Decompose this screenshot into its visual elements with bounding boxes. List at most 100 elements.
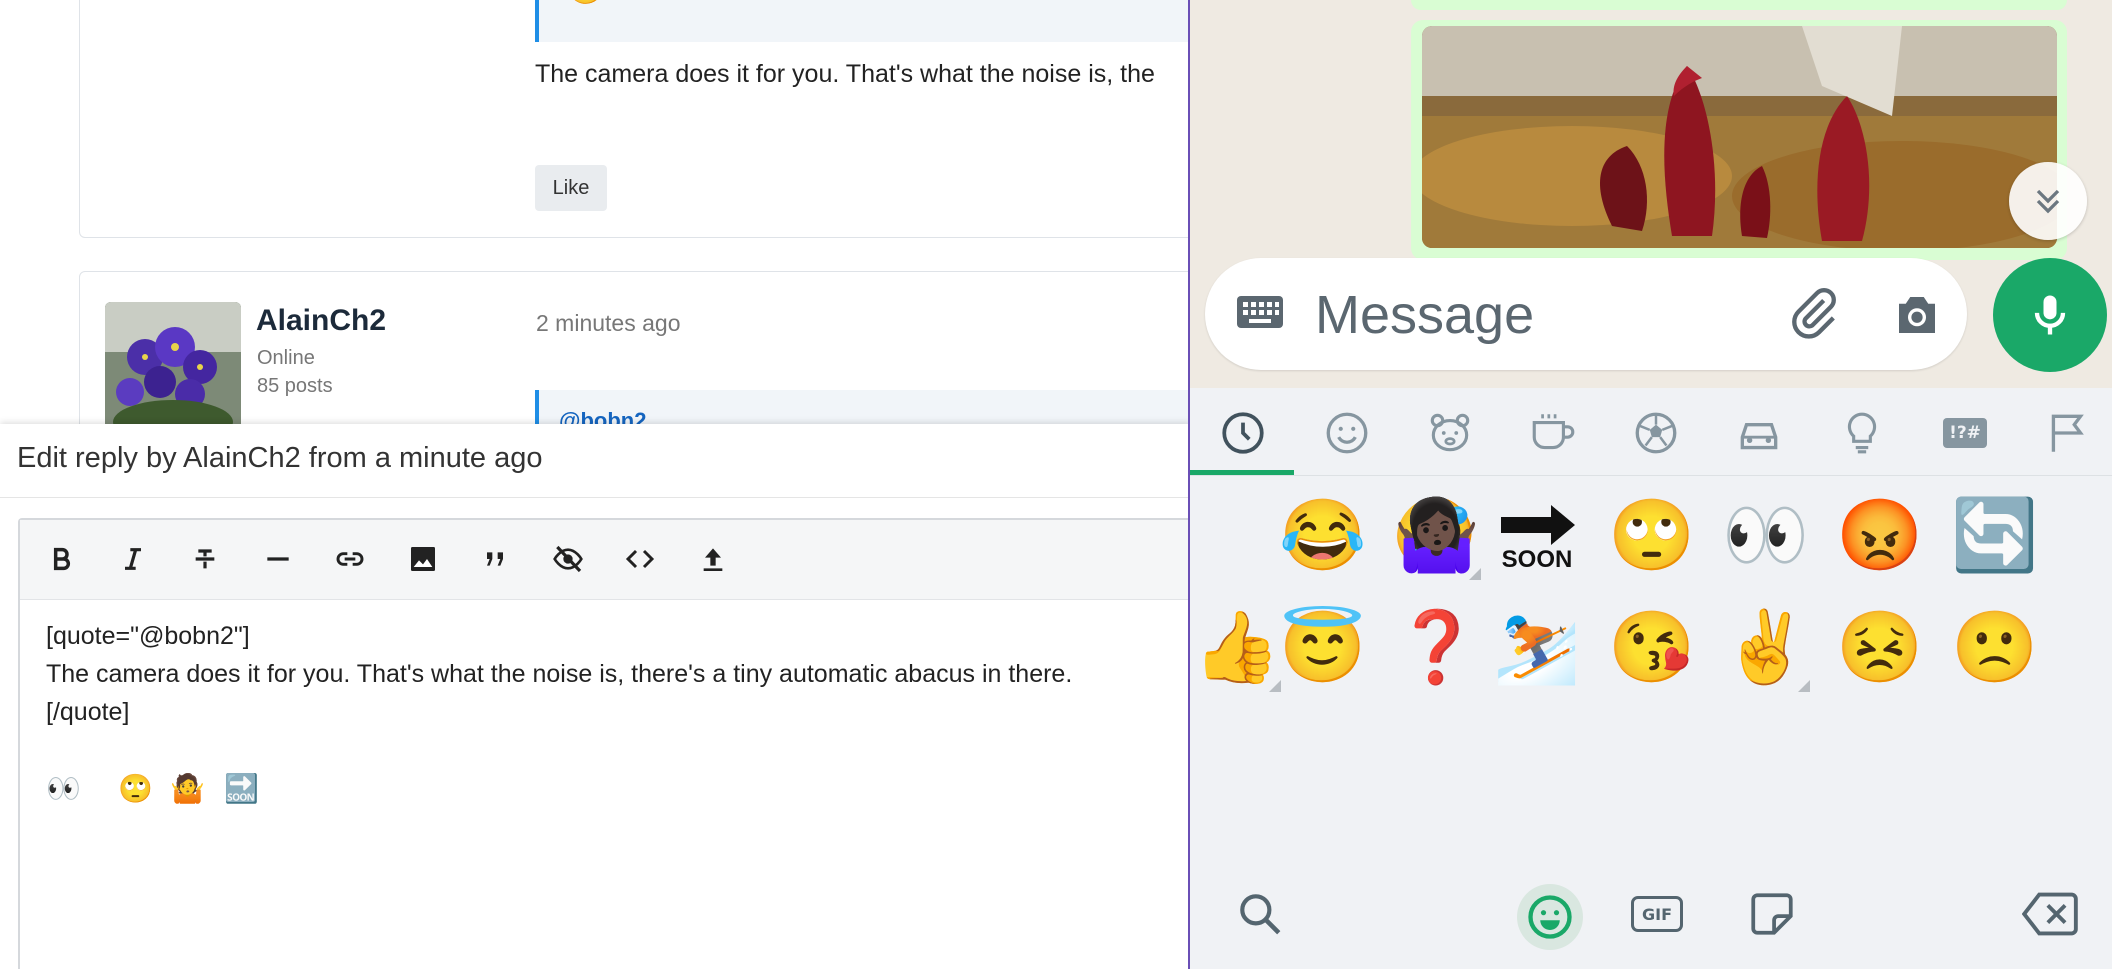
code-icon [625,549,655,569]
category-objects[interactable] [1835,406,1889,460]
sticker-tab-button[interactable] [1742,884,1802,944]
strikethrough-button[interactable] [188,542,222,576]
editor-line[interactable]: [quote="@bobn2"] [46,622,250,651]
post-body: The camera does it for you. That's what … [535,60,1155,88]
italic-icon [125,548,141,570]
selected-category-indicator [1190,470,1294,475]
edit-reply-composer: Edit reply by AlainCh2 from a minute ago [0,424,1190,969]
category-symbols[interactable]: !?# [1938,406,1992,460]
symbols-icon: !?# [1943,418,1987,448]
soccer-ball-icon [1635,412,1677,454]
scroll-to-bottom-button[interactable] [2009,162,2087,240]
category-recent[interactable] [1216,406,1270,460]
emoji-joy[interactable]: 😂 [1273,486,1373,586]
emoji-persevere[interactable]: 😣 [1830,598,1930,698]
horizontal-rule-button[interactable] [261,542,295,576]
emoji-search-button[interactable] [1230,884,1290,944]
camera-icon[interactable] [1890,288,1944,347]
post-quote-block: 😅 [535,0,1190,42]
whatsapp-panel: !?# 🤣 😂 🤷🏿‍♀️ SOON 🙄 👀 😡 🔄 👍 😇 ❓ ⛷️ � [1188,0,2112,969]
image-icon [411,547,435,571]
category-food[interactable] [1526,406,1580,460]
upload-button[interactable] [696,542,730,576]
message-input[interactable] [1315,280,1755,350]
emoji-category-bar: !?# [1190,388,2112,476]
emoji-victory[interactable]: ✌️ [1716,598,1816,698]
emoji-shrug[interactable]: 🤷🏿‍♀️ [1387,486,1487,586]
smiley-icon [1528,895,1572,939]
link-button[interactable] [333,542,367,576]
attach-icon[interactable] [1785,286,1843,349]
image-button[interactable] [406,542,440,576]
voice-message-button[interactable] [1993,258,2107,372]
category-animals[interactable] [1423,406,1477,460]
like-button[interactable]: Like [535,165,607,211]
bear-icon [1430,413,1470,452]
gif-icon: GIF [1631,896,1683,932]
emoji-keyboard: !?# 🤣 😂 🤷🏿‍♀️ SOON 🙄 👀 😡 🔄 👍 😇 ❓ ⛷️ � [1190,388,2112,969]
strikethrough-icon [195,549,215,569]
avatar[interactable] [105,302,241,442]
category-smileys[interactable] [1320,406,1374,460]
eye-roll-emoji: 🙄 [118,773,153,804]
emoji-eyes[interactable]: 👀 [1716,486,1816,586]
link-icon [336,552,364,566]
editor-toolbar [20,520,1190,600]
emoji-bottom-bar: GIF [1190,864,2112,969]
emoji-kiss[interactable]: 😘 [1602,598,1702,698]
editor-line[interactable]: [/quote] [46,698,129,727]
quote-button[interactable] [478,542,512,576]
clock-icon [1222,412,1264,454]
quote-emoji: 😅 [567,0,604,7]
spoiler-button[interactable] [551,542,585,576]
editor: [quote="@bobn2"] The camera does it for … [18,518,1190,969]
composer-title: Edit reply by AlainCh2 from a minute ago [17,442,543,474]
forum-page: 😅 The camera does it for you. That's wha… [0,0,1190,969]
chat-image[interactable] [1422,26,2057,248]
smiley-icon [1326,412,1368,454]
sticker-icon [1751,893,1793,935]
eye-off-icon [553,545,583,573]
emoji-angry[interactable]: 😡 [1830,486,1930,586]
user-status: Online [257,347,315,369]
forum-post: 😅 The camera does it for you. That's wha… [79,0,1190,238]
emoji-halo[interactable]: 😇 [1273,598,1373,698]
keyboard-icon[interactable] [1235,292,1285,337]
category-flags[interactable] [2041,406,2095,460]
coffee-cup-icon [1532,414,1575,450]
flag-icon [2051,414,2084,452]
soon-emoji: 🔜 [224,773,259,804]
emoji-tab-button[interactable] [1517,884,1583,950]
backspace-button[interactable] [2020,884,2080,944]
bold-button[interactable] [44,542,78,576]
soon-label: SOON [1502,546,1573,571]
emoji-soon-arrow[interactable]: SOON [1487,486,1587,586]
backspace-icon [2022,892,2078,936]
upload-icon [703,548,723,571]
lightbulb-icon [1847,412,1877,454]
emoji-skier[interactable]: ⛷️ [1487,598,1587,698]
message-bar [1205,258,1967,370]
category-travel[interactable] [1732,406,1786,460]
double-chevron-down-icon [2036,189,2060,214]
editor-line[interactable]: The camera does it for you. That's what … [46,660,1072,689]
code-button[interactable] [623,542,657,576]
emoji-question[interactable]: ❓ [1387,598,1487,698]
emoji-frown[interactable]: 🙁 [1945,598,2045,698]
car-icon [1740,423,1778,450]
eyes-emoji: 👀 [46,773,81,804]
post-timestamp[interactable]: 2 minutes ago [536,310,680,337]
emoji-eye-roll[interactable]: 🙄 [1602,486,1702,586]
post-username[interactable]: AlainCh2 [256,304,386,338]
divider [0,497,1190,498]
search-icon [1240,894,1281,935]
emoji-refresh[interactable]: 🔄 [1945,486,2045,586]
message-bubble[interactable] [1411,0,2067,10]
gif-tab-button[interactable]: GIF [1627,884,1687,944]
quote-icon [487,552,503,566]
microphone-icon [2034,295,2066,335]
italic-button[interactable] [116,542,150,576]
shrug-emoji: 🤷 [170,773,205,804]
category-activities[interactable] [1629,406,1683,460]
horizontal-rule-icon [267,557,289,561]
